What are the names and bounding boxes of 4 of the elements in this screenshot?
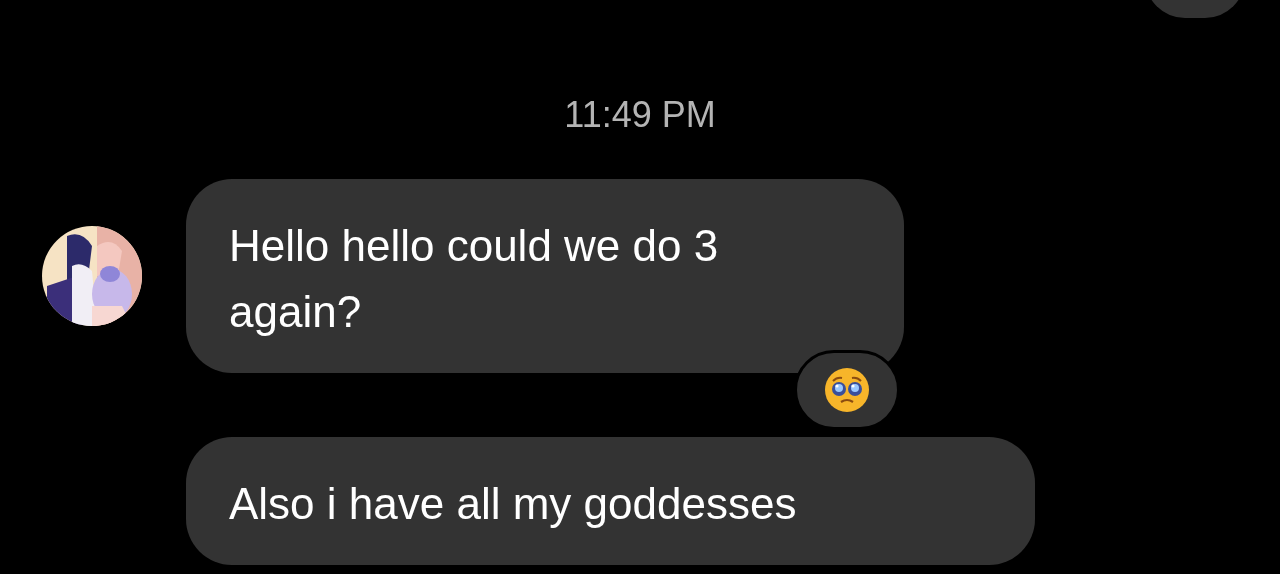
pleading-face-icon (823, 366, 871, 414)
message-bubble: Hello hello could we do 3 again? (186, 179, 904, 373)
message-bubble: Also i have all my goddesses (186, 437, 1035, 565)
timestamp: 11:49 PM (563, 94, 717, 136)
